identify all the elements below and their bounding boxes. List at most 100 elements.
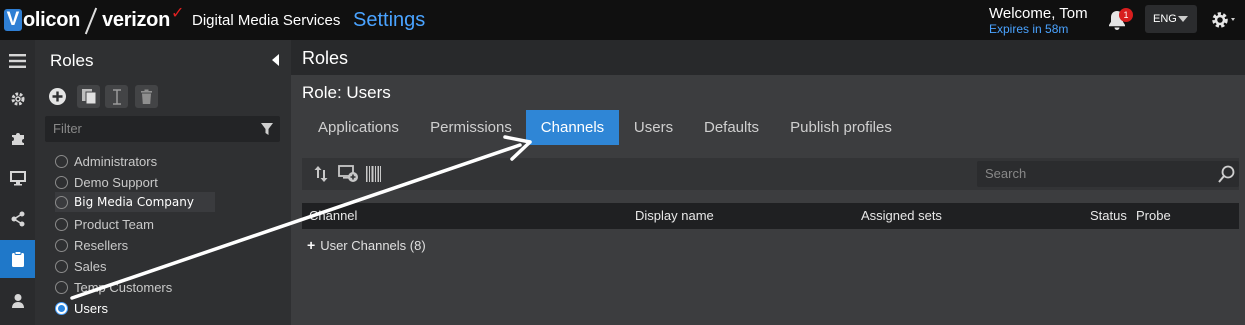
role-radio[interactable] — [55, 259, 68, 273]
monitor-icon — [9, 170, 26, 185]
gear-icon — [1212, 12, 1235, 28]
puzzle-icon — [11, 133, 24, 145]
role-radio[interactable] — [55, 154, 68, 168]
role-radio[interactable] — [55, 280, 68, 294]
role-item-administrators[interactable]: Administrators — [55, 151, 157, 171]
language-value: ENG — [1153, 13, 1177, 25]
clipboard-icon — [11, 250, 24, 267]
barcode-button[interactable] — [365, 164, 381, 184]
volicon-verizon-logo[interactable]: V olicon verizon ✓ — [4, 5, 185, 34]
welcome-text[interactable]: Welcome, Tom — [989, 5, 1088, 22]
session-expiry: Expires in 58m — [989, 22, 1069, 36]
add-icon — [49, 88, 66, 105]
role-label: Temp Customers — [74, 279, 173, 295]
language-select[interactable]: ENG — [1145, 5, 1197, 33]
section-title: Settings — [353, 9, 426, 31]
role-radio[interactable] — [55, 238, 68, 252]
role-radio-selected[interactable] — [55, 301, 68, 315]
nav-roles[interactable] — [0, 240, 35, 278]
nav-share[interactable] — [0, 200, 35, 238]
share-icon — [11, 211, 24, 227]
main-content: Role: Users Applications Permissions Cha… — [291, 75, 1245, 325]
gear-icon — [11, 92, 24, 106]
chevron-down-icon — [1178, 16, 1188, 22]
nav-menu[interactable] — [0, 42, 35, 80]
rename-icon — [112, 88, 121, 105]
expand-icon[interactable]: + — [307, 237, 315, 253]
add-role-button[interactable] — [46, 85, 69, 108]
page-title: Roles — [302, 48, 349, 68]
collapse-panel-icon[interactable] — [272, 54, 279, 66]
channel-group-row[interactable]: + User Channels (8) — [307, 237, 426, 253]
role-name-heading: Role: Users — [302, 83, 391, 102]
nav-user[interactable] — [0, 281, 35, 319]
trash-icon — [141, 89, 152, 104]
notification-badge: 1 — [1119, 8, 1133, 22]
barcode-icon — [365, 166, 381, 182]
role-item-temp-customers[interactable]: Temp Customers — [55, 277, 172, 297]
copy-role-button[interactable] — [77, 85, 100, 108]
role-item-big-media-company[interactable]: Big Media Company — [55, 192, 215, 212]
filter-icon[interactable] — [261, 123, 273, 135]
filter-input[interactable]: Filter — [45, 116, 280, 142]
sort-icon — [314, 166, 328, 182]
tab-publish-profiles[interactable]: Publish profiles — [788, 110, 894, 145]
role-item-demo-support[interactable]: Demo Support — [55, 172, 158, 192]
tab-applications[interactable]: Applications — [308, 110, 409, 145]
tab-users[interactable]: Users — [631, 110, 676, 145]
top-bar: V olicon verizon ✓ Digital Media Service… — [0, 0, 1245, 40]
logo-brand-verizon: verizon — [102, 8, 171, 31]
user-icon — [11, 293, 24, 308]
add-device-button[interactable] — [337, 164, 359, 184]
column-header-probe[interactable]: Probe — [1136, 203, 1171, 229]
notifications-button[interactable]: 1 — [1106, 8, 1134, 33]
nav-display[interactable] — [0, 159, 35, 197]
channels-toolbar: Search — [302, 158, 1239, 190]
tab-channels[interactable]: Channels — [526, 110, 619, 145]
tab-defaults[interactable]: Defaults — [699, 110, 764, 145]
column-header-display-name[interactable]: Display name — [635, 203, 714, 229]
role-radio[interactable] — [55, 217, 68, 231]
role-label: Users — [74, 300, 108, 316]
role-label: Administrators — [74, 153, 158, 169]
role-item-resellers[interactable]: Resellers — [55, 235, 128, 255]
nav-settings[interactable] — [0, 80, 35, 118]
left-nav — [0, 40, 35, 325]
column-header-assigned-sets[interactable]: Assigned sets — [861, 203, 942, 229]
settings-menu-button[interactable] — [1210, 9, 1240, 31]
sort-button[interactable] — [313, 164, 329, 184]
product-name: Digital Media Services — [192, 12, 341, 29]
role-label: Sales — [74, 258, 107, 274]
rename-role-button[interactable] — [105, 85, 128, 108]
role-item-sales[interactable]: Sales — [55, 256, 107, 276]
role-label: Demo Support — [74, 174, 158, 190]
search-icon[interactable] — [1218, 165, 1235, 183]
role-label: Resellers — [74, 237, 129, 253]
roles-panel: Roles Filter Administrators Demo Support… — [35, 40, 291, 325]
delete-role-button[interactable] — [135, 85, 158, 108]
column-header-channel[interactable]: Channel — [309, 203, 357, 229]
menu-icon — [9, 54, 26, 68]
search-placeholder: Search — [985, 166, 1027, 181]
role-radio[interactable] — [55, 195, 68, 209]
role-item-users[interactable]: Users — [55, 298, 108, 318]
tab-permissions[interactable]: Permissions — [424, 110, 518, 145]
role-radio[interactable] — [55, 175, 68, 189]
logo-divider — [84, 7, 98, 33]
column-header-status[interactable]: Status — [1090, 203, 1127, 229]
role-label: Product Team — [74, 216, 154, 232]
copy-icon — [81, 89, 96, 105]
panel-title: Roles — [50, 51, 94, 70]
channel-group-label: User Channels (8) — [320, 237, 426, 253]
channels-table-header: Channel Display name Assigned sets Statu… — [302, 203, 1239, 229]
logo-check-mark: ✓ — [171, 5, 185, 22]
main-header: Roles — [291, 40, 1245, 75]
role-item-product-team[interactable]: Product Team — [55, 214, 154, 234]
logo-brand-volicon: olicon — [23, 8, 81, 31]
role-label: Big Media Company — [74, 195, 194, 209]
logo-v-mark: V — [4, 9, 22, 31]
nav-plugins[interactable] — [0, 119, 35, 157]
filter-placeholder: Filter — [53, 121, 82, 136]
add-device-icon — [337, 165, 358, 182]
search-input[interactable]: Search — [977, 161, 1239, 187]
